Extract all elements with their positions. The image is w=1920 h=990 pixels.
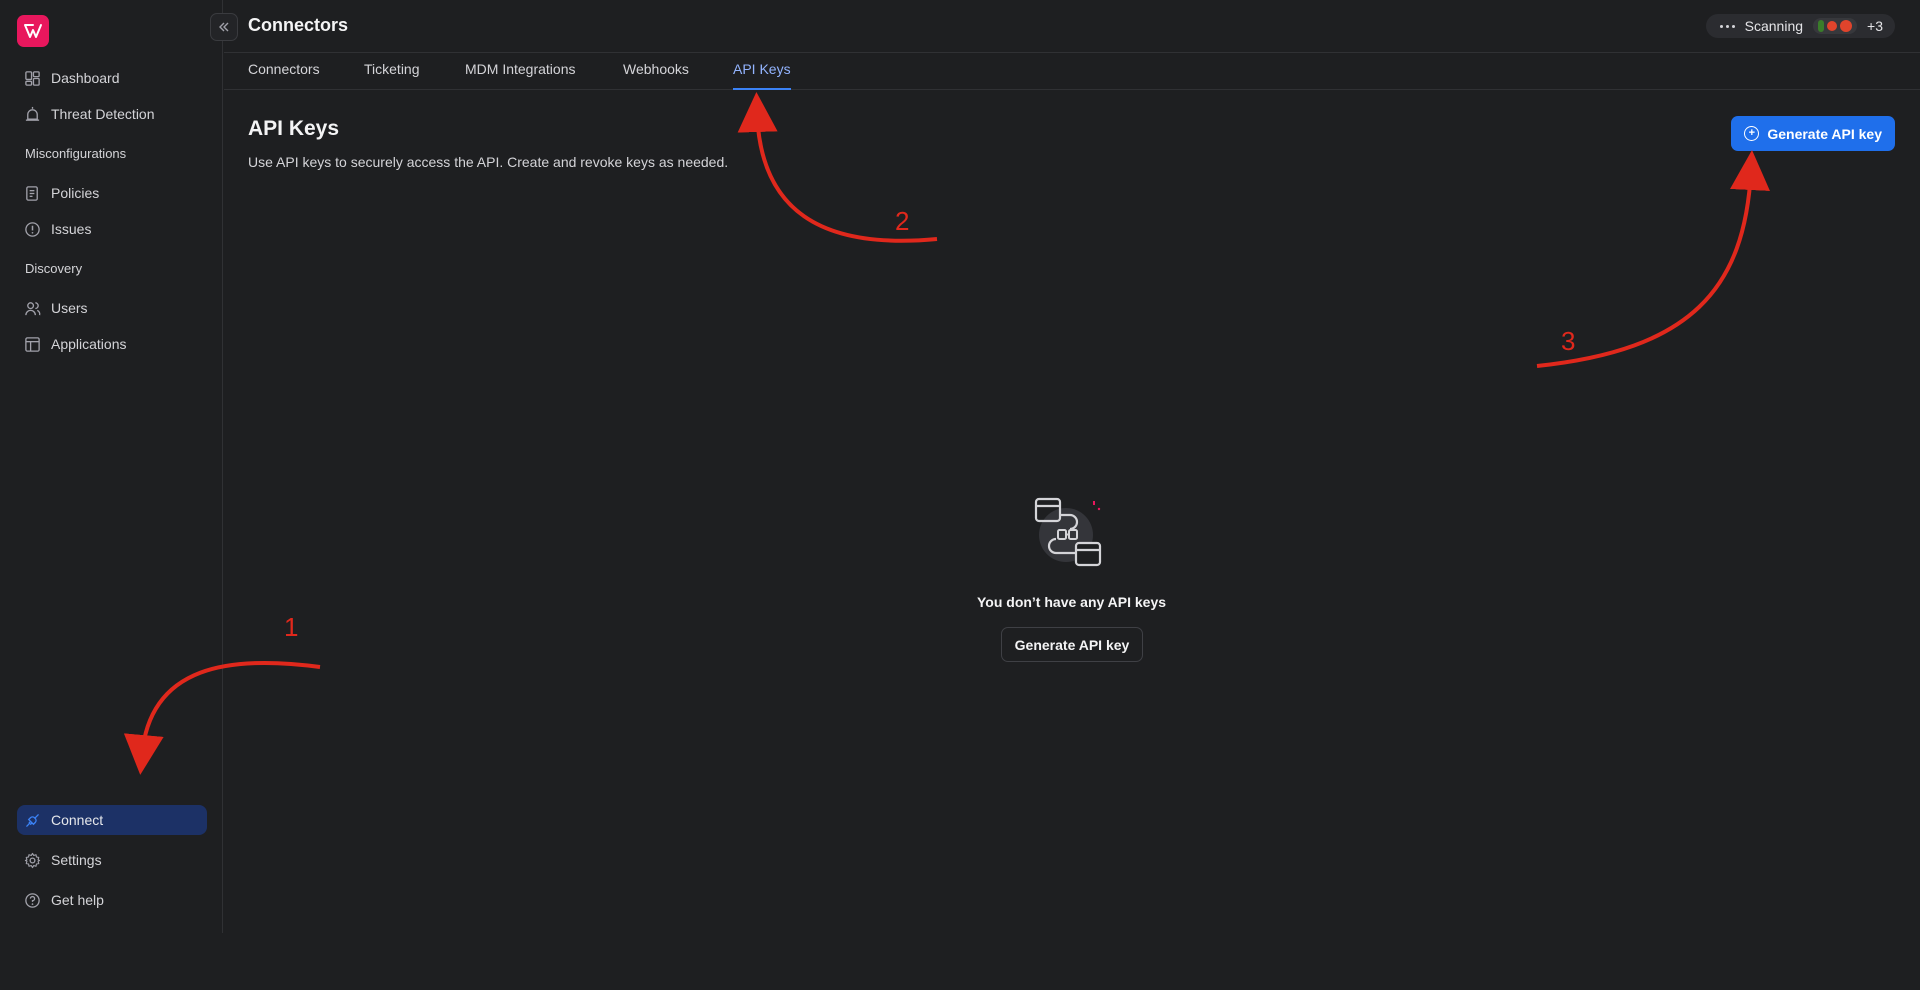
alert-circle-icon (25, 221, 40, 237)
sidebar-item-label: Applications (51, 336, 127, 352)
tab-connectors[interactable]: Connectors (248, 61, 320, 90)
logo-icon (24, 24, 42, 38)
sidebar-footer (0, 933, 223, 990)
dashboard-icon (25, 70, 40, 86)
annotation-number-1: 1 (284, 612, 299, 642)
tab-webhooks[interactable]: Webhooks (623, 61, 689, 90)
sidebar-item-label: Dashboard (51, 70, 120, 86)
scan-status-pill[interactable]: Scanning +3 (1705, 14, 1895, 38)
sidebar-item-label: Settings (51, 852, 102, 868)
page-header: Connectors Scanning +3 (224, 0, 1920, 53)
sidebar-item-label: Connect (51, 812, 104, 828)
applications-icon (25, 336, 40, 352)
sidebar-item-applications[interactable]: Applications (17, 329, 207, 359)
empty-generate-api-key-button[interactable]: Generate API key (1001, 627, 1143, 662)
help-icon (25, 892, 40, 908)
users-icon (25, 301, 41, 315)
sidebar-item-label: Issues (51, 221, 92, 237)
disconnected-plug-icon (1034, 497, 1102, 567)
sidebar-item-get-help[interactable]: Get help (17, 885, 207, 915)
plug-icon (26, 813, 39, 827)
more-icon (1719, 24, 1735, 28)
sidebar-item-connect[interactable]: Connect (17, 805, 207, 835)
sidebar-item-threat-detection[interactable]: Threat Detection (17, 99, 207, 129)
tab-ticketing[interactable]: Ticketing (364, 61, 420, 90)
scan-extra-count: +3 (1867, 18, 1883, 34)
generate-api-key-label: Generate API key (1767, 125, 1882, 142)
sidebar-item-label: Get help (51, 892, 104, 908)
sidebar-item-label: Threat Detection (51, 106, 155, 122)
tab-bar: Connectors Ticketing MDM Integrations We… (224, 53, 1920, 90)
section-description: Use API keys to securely access the API.… (248, 154, 729, 170)
policy-icon (26, 185, 38, 201)
app-logo[interactable] (17, 15, 49, 47)
sidebar-item-policies[interactable]: Policies (17, 178, 207, 208)
section-title: API Keys (248, 117, 340, 140)
sidebar-item-dashboard[interactable]: Dashboard (17, 63, 207, 93)
tab-mdm-integrations[interactable]: MDM Integrations (465, 61, 575, 90)
generate-api-key-button[interactable]: + Generate API key (1731, 116, 1895, 151)
sidebar: Dashboard Threat Detection Misconfigurat… (0, 0, 223, 933)
stack-icon (1840, 20, 1853, 32)
scan-source-icons (1813, 18, 1858, 34)
annotation-number-3: 3 (1561, 326, 1576, 356)
annotation-arrow-2 (737, 92, 938, 243)
source-icon (1827, 21, 1838, 31)
sidebar-section-discovery: Discovery (25, 261, 83, 276)
leaf-icon (1818, 20, 1825, 32)
gear-icon (24, 852, 41, 868)
sidebar-item-users[interactable]: Users (17, 293, 207, 323)
sidebar-item-label: Users (51, 300, 88, 316)
annotation-number-2: 2 (895, 206, 910, 236)
sidebar-item-issues[interactable]: Issues (17, 214, 207, 244)
tab-api-keys[interactable]: API Keys (733, 61, 791, 90)
empty-state-message: You don’t have any API keys (976, 594, 1167, 610)
page-title: Connectors (248, 15, 349, 35)
sidebar-item-settings[interactable]: Settings (17, 845, 207, 875)
scan-status-label: Scanning (1744, 18, 1804, 34)
plus-circle-icon: + (1744, 126, 1760, 141)
alarm-icon (25, 106, 40, 121)
annotation-overlay (123, 92, 1770, 775)
sidebar-item-label: Policies (51, 185, 100, 201)
sidebar-section-misconfigurations: Misconfigurations (25, 146, 127, 161)
